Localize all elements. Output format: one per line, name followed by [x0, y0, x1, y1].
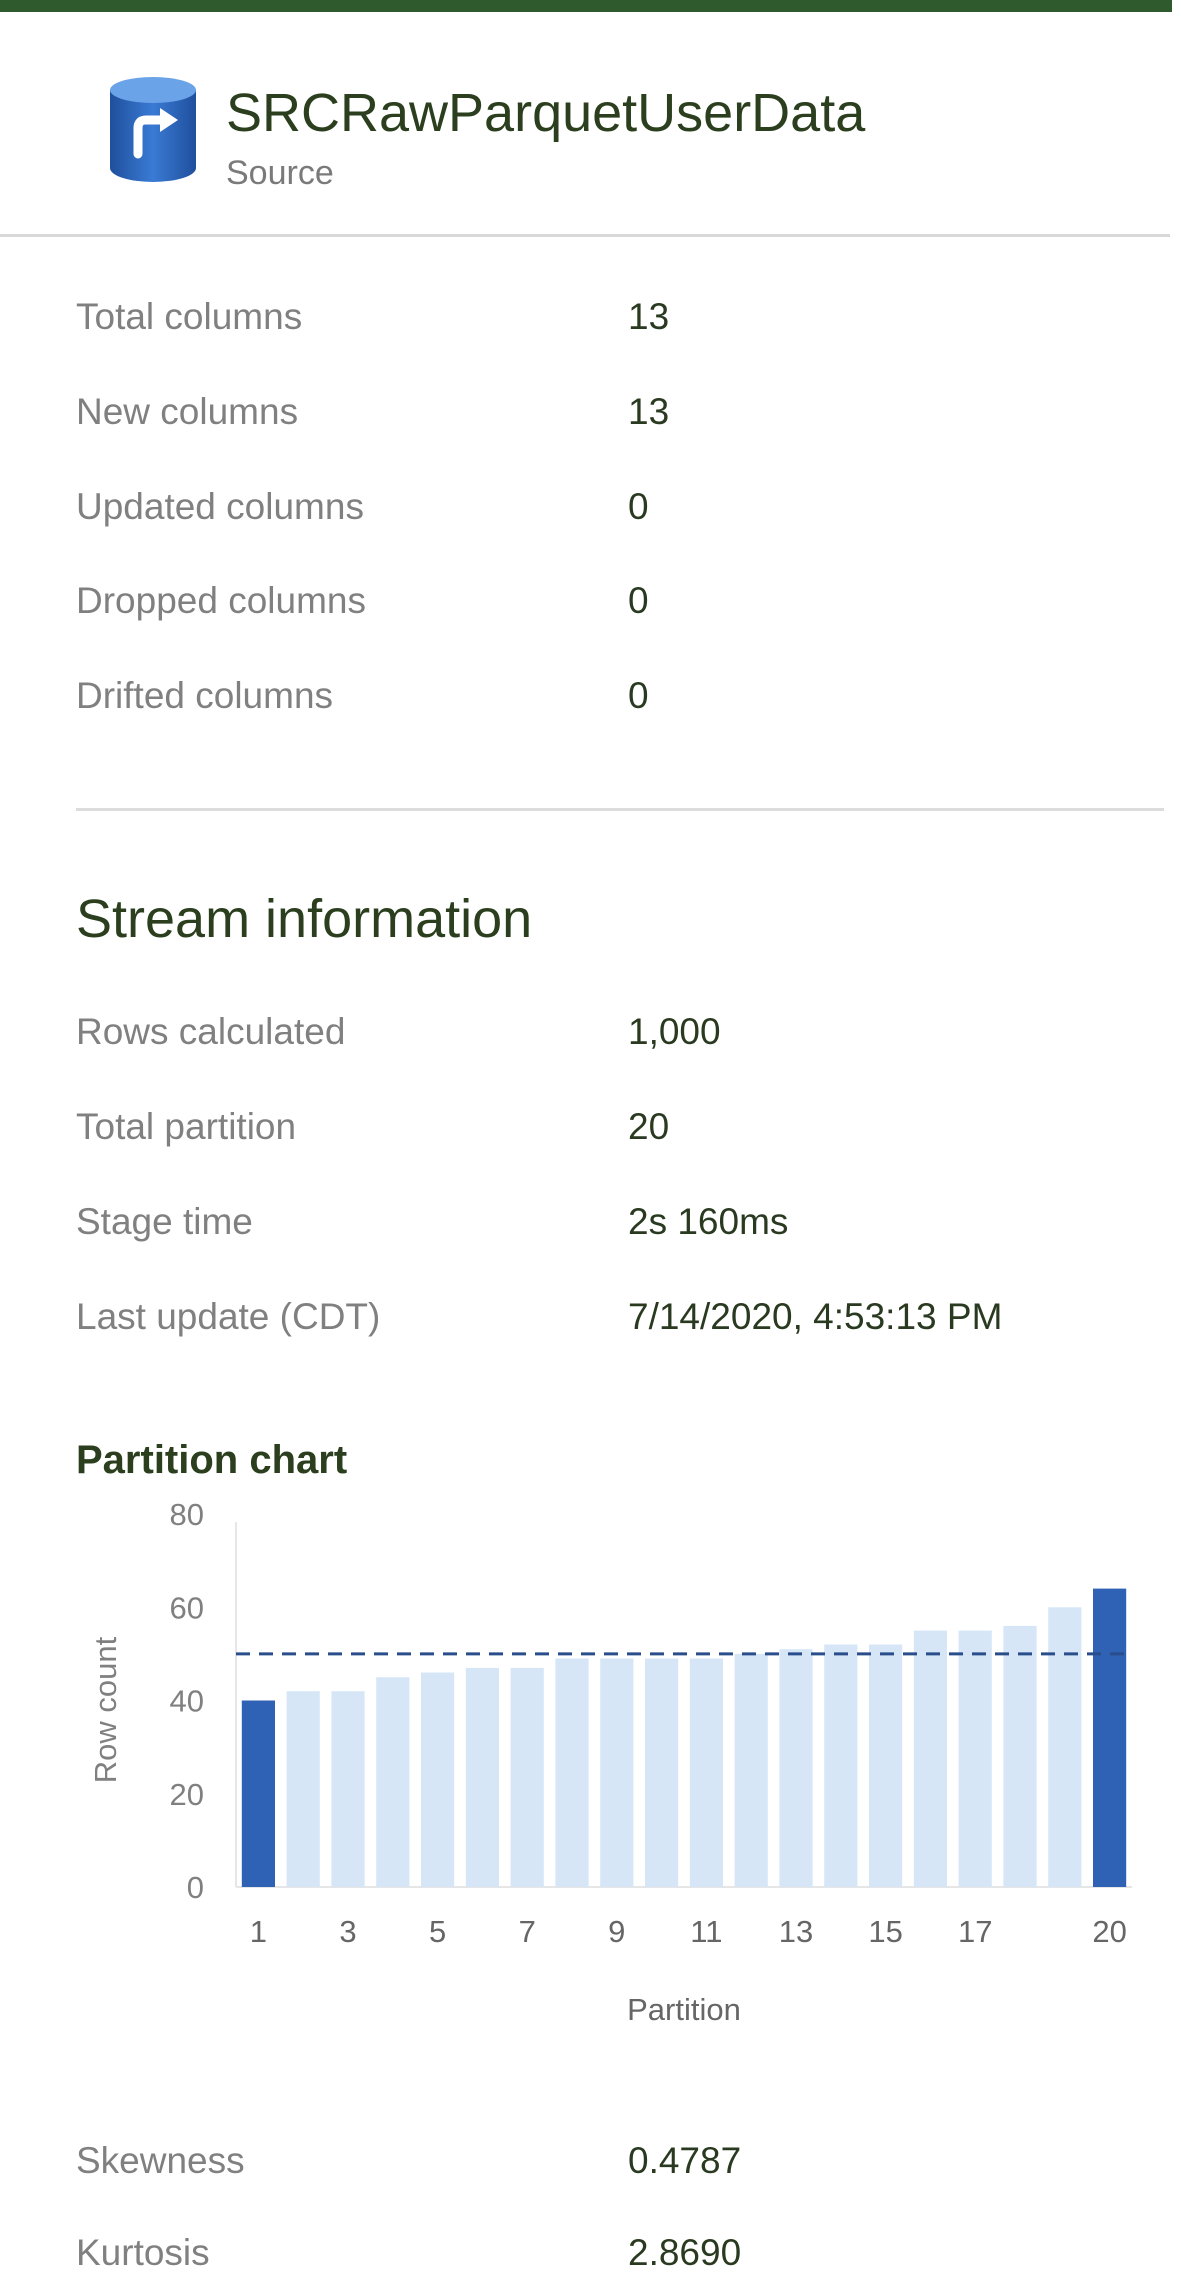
x-tick-label: 17 [958, 1914, 992, 1949]
bar-partition-2[interactable] [286, 1691, 320, 1887]
drifted-columns-value: 0 [628, 675, 649, 716]
y-tick-label: 60 [170, 1590, 204, 1625]
x-axis-ticks: 1 3 5 7 9 11 13 15 17 20 [250, 1914, 1127, 1949]
bars [241, 1588, 1127, 1888]
bar-partition-18[interactable] [1003, 1625, 1037, 1887]
bar-partition-3[interactable] [331, 1691, 365, 1887]
y-tick-label: 80 [170, 1497, 204, 1532]
stream-section-title: Stream information [76, 889, 533, 949]
rows-calculated-value: 1,000 [628, 1011, 721, 1052]
dropped-columns-value: 0 [628, 580, 649, 621]
bar-partition-9[interactable] [600, 1658, 634, 1888]
skewness-label: Skewness [76, 2140, 245, 2181]
bar-partition-16[interactable] [913, 1630, 947, 1887]
total-partition-label: Total partition [76, 1106, 297, 1147]
updated-columns-label: Updated columns [76, 486, 364, 527]
x-tick-label: 11 [690, 1914, 722, 1949]
y-axis-label: Row count [88, 1636, 123, 1783]
drifted-columns-label: Drifted columns [76, 675, 334, 716]
partition-chart: 020406080 1 3 5 7 9 11 13 15 17 20 Partition Row … [88, 1497, 1132, 2027]
y-axis-ticks: 0 20 40 60 80 [170, 1497, 204, 1905]
database-arrow-icon [110, 77, 196, 182]
header: SRCRawParquetUserData Source [0, 12, 1170, 237]
total-columns-value: 13 [628, 296, 670, 337]
rows-calculated-label: Rows calculated [76, 1011, 346, 1052]
bar-partition-14[interactable] [824, 1644, 858, 1888]
bar-partition-4[interactable] [376, 1677, 410, 1887]
kurtosis-label: Kurtosis [76, 2232, 210, 2273]
last-update-label: Last update (CDT) [76, 1296, 381, 1337]
dropped-columns-label: Dropped columns [76, 580, 366, 621]
bar-partition-5[interactable] [421, 1672, 455, 1888]
bar-partition-13[interactable] [779, 1649, 813, 1887]
total-partition-value: 20 [628, 1106, 670, 1147]
bar-partition-1[interactable] [241, 1700, 275, 1888]
x-tick-label: 7 [519, 1914, 536, 1949]
top-accent-bar [0, 0, 1172, 12]
updated-columns-value: 0 [628, 486, 649, 527]
y-tick-label: 0 [187, 1870, 204, 1905]
bar-partition-10[interactable] [645, 1658, 679, 1888]
page-title: SRCRawParquetUserData [226, 83, 866, 143]
x-axis-label: Partition [627, 1992, 741, 2027]
x-tick-label: 13 [779, 1914, 813, 1949]
stage-time-label: Stage time [76, 1201, 253, 1242]
bar-partition-12[interactable] [734, 1653, 768, 1887]
x-tick-label: 15 [868, 1914, 902, 1949]
kurtosis-value: 2.8690 [628, 2232, 742, 2273]
bar-partition-19[interactable] [1048, 1607, 1082, 1888]
bar-partition-7[interactable] [510, 1667, 544, 1887]
last-update-value: 7/14/2020, 4:53:13 PM [628, 1296, 1003, 1337]
x-tick-label: 3 [339, 1914, 356, 1949]
bar-partition-8[interactable] [555, 1658, 589, 1888]
bar-partition-17[interactable] [958, 1630, 992, 1887]
y-tick-label: 20 [170, 1777, 204, 1812]
skewness-value: 0.4787 [628, 2140, 742, 2181]
new-columns-value: 13 [628, 391, 670, 432]
bar-partition-20[interactable] [1093, 1588, 1127, 1887]
bar-partition-15[interactable] [869, 1644, 903, 1888]
section-divider [76, 808, 1164, 811]
new-columns-label: New columns [76, 391, 299, 432]
x-tick-label: 9 [608, 1914, 625, 1949]
stage-time-value: 2s 160ms [628, 1201, 789, 1242]
x-tick-label: 20 [1092, 1914, 1126, 1949]
y-tick-label: 40 [170, 1684, 204, 1719]
x-tick-label: 5 [429, 1914, 446, 1949]
partition-chart-title: Partition chart [76, 1438, 348, 1482]
x-tick-label: 1 [250, 1914, 267, 1949]
page-subtitle: Source [226, 154, 334, 192]
bar-partition-6[interactable] [465, 1667, 499, 1887]
total-columns-label: Total columns [76, 296, 303, 337]
bar-partition-11[interactable] [689, 1658, 723, 1888]
